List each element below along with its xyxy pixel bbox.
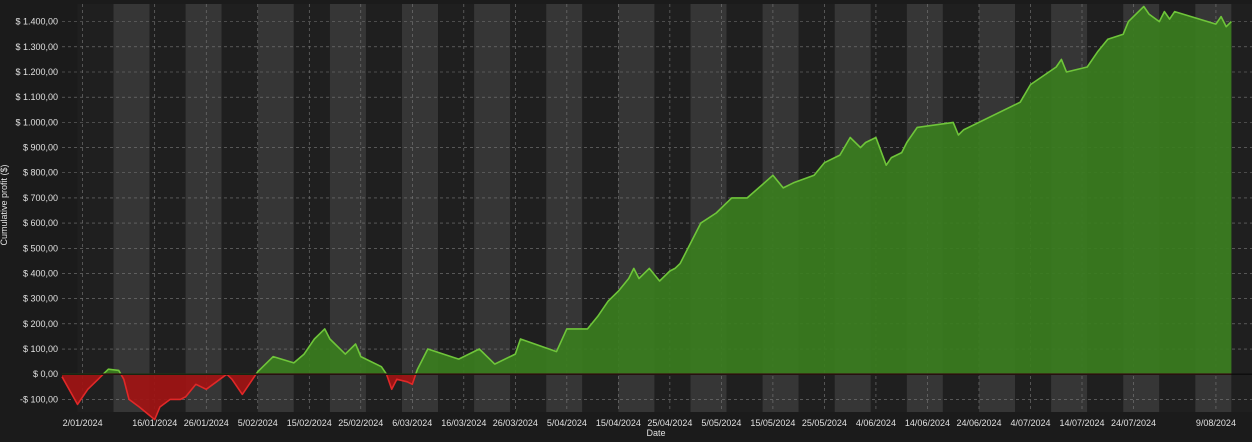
y-tick-label: $ 500,00 — [23, 243, 58, 253]
cumulative-profit-chart: -$ 100,00 $ 0,00 $ 100,00 $ 200,00 $ 300,00 $… — [0, 0, 1252, 438]
x-tick-label: 5/02/2024 — [238, 418, 278, 428]
x-tick-label: 16/01/2024 — [132, 418, 177, 428]
y-tick-label: $ 200,00 — [23, 319, 58, 329]
week-band — [113, 4, 150, 412]
x-tick-label: 16/03/2024 — [441, 418, 486, 428]
x-tick-label: 5/05/2024 — [701, 418, 741, 428]
week-band — [257, 4, 294, 412]
week-band — [438, 4, 475, 412]
x-tick-label: 14/06/2024 — [905, 418, 950, 428]
y-tick-label: $ 1.000,00 — [15, 117, 58, 127]
x-tick-label: 24/07/2024 — [1111, 418, 1156, 428]
x-tick-label: 26/01/2024 — [184, 418, 229, 428]
y-tick-label: $ 1.100,00 — [15, 92, 58, 102]
x-tick-label: 14/07/2024 — [1059, 418, 1104, 428]
week-band — [1231, 4, 1252, 412]
y-tick-label: $ 1.400,00 — [15, 17, 58, 27]
y-tick-label: $ 600,00 — [23, 218, 58, 228]
x-tick-label: 4/06/2024 — [856, 418, 896, 428]
y-tick-label: $ 100,00 — [23, 344, 58, 354]
chart-svg: -$ 100,00 $ 0,00 $ 100,00 $ 200,00 $ 300,00 $… — [0, 0, 1252, 438]
x-tick-label: 4/07/2024 — [1010, 418, 1050, 428]
y-tick-label: $ 1.200,00 — [15, 67, 58, 77]
y-tick-label: $ 1.300,00 — [15, 42, 58, 52]
x-tick-label: 25/02/2024 — [338, 418, 383, 428]
x-tick-label: 15/02/2024 — [287, 418, 332, 428]
y-tick-label: -$ 100,00 — [20, 394, 58, 404]
x-tick-label: 26/03/2024 — [493, 418, 538, 428]
x-tick-label: 2/01/2024 — [63, 418, 103, 428]
x-tick-label: 25/04/2024 — [647, 418, 692, 428]
week-band — [77, 4, 114, 412]
x-tick-label: 5/04/2024 — [547, 418, 587, 428]
y-tick-label: $ 700,00 — [23, 193, 58, 203]
y-tick-label: $ 900,00 — [23, 143, 58, 153]
x-tick-label: 9/08/2024 — [1196, 418, 1236, 428]
y-tick-label: $ 300,00 — [23, 294, 58, 304]
x-tick-label: 24/06/2024 — [956, 418, 1001, 428]
week-band — [365, 4, 402, 412]
x-tick-label: 6/03/2024 — [392, 418, 432, 428]
x-axis-label: Date — [646, 428, 665, 437]
y-tick-label: $ 400,00 — [23, 268, 58, 278]
x-tick-label: 15/05/2024 — [750, 418, 795, 428]
y-tick-label: $ 0,00 — [33, 369, 58, 379]
week-band — [221, 4, 258, 412]
y-axis-label: Cumulative profit ($) — [0, 164, 9, 245]
x-tick-label: 25/05/2024 — [802, 418, 847, 428]
week-band — [185, 4, 222, 412]
y-tick-label: $ 800,00 — [23, 168, 58, 178]
x-tick-label: 15/04/2024 — [596, 418, 641, 428]
